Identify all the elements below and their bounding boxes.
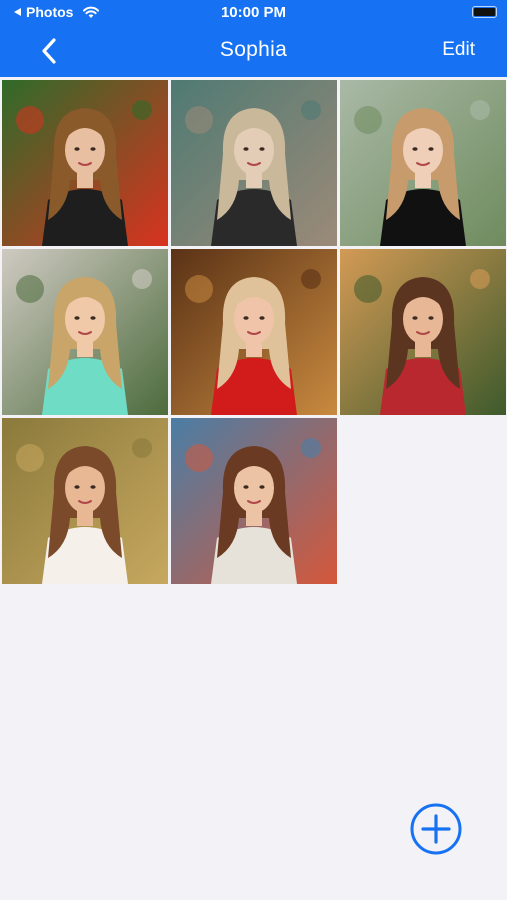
- photo-image: [171, 80, 337, 246]
- photo-image: [340, 249, 506, 415]
- page-title: Sophia: [219, 38, 288, 61]
- photo-thumbnail[interactable]: [171, 249, 337, 415]
- photo-thumbnail[interactable]: [340, 80, 506, 246]
- photo-thumbnail[interactable]: [171, 80, 337, 246]
- battery-icon: [472, 6, 497, 18]
- add-photo-button[interactable]: [410, 803, 462, 855]
- photo-thumbnail[interactable]: [2, 80, 168, 246]
- photo-image: [2, 80, 168, 246]
- photo-image: [2, 418, 168, 584]
- photo-thumbnail[interactable]: [2, 418, 168, 584]
- photo-image: [2, 249, 168, 415]
- navigation-bar: Sophia Edit: [0, 26, 507, 77]
- photo-grid: [2, 80, 506, 584]
- status-time: 10:00 PM: [220, 4, 287, 21]
- plus-circle-icon: [410, 803, 462, 855]
- photo-thumbnail[interactable]: [340, 249, 506, 415]
- photo-image: [340, 80, 506, 246]
- photo-thumbnail[interactable]: [2, 249, 168, 415]
- album-screen: Photos 10:00 PM Sophia Edit: [0, 0, 507, 900]
- status-bar: Photos 10:00 PM: [0, 0, 507, 26]
- photo-thumbnail[interactable]: [171, 418, 337, 584]
- top-bar: Photos 10:00 PM Sophia Edit: [0, 0, 507, 77]
- photo-image: [171, 418, 337, 584]
- edit-button[interactable]: Edit: [442, 39, 475, 61]
- photo-image: [171, 249, 337, 415]
